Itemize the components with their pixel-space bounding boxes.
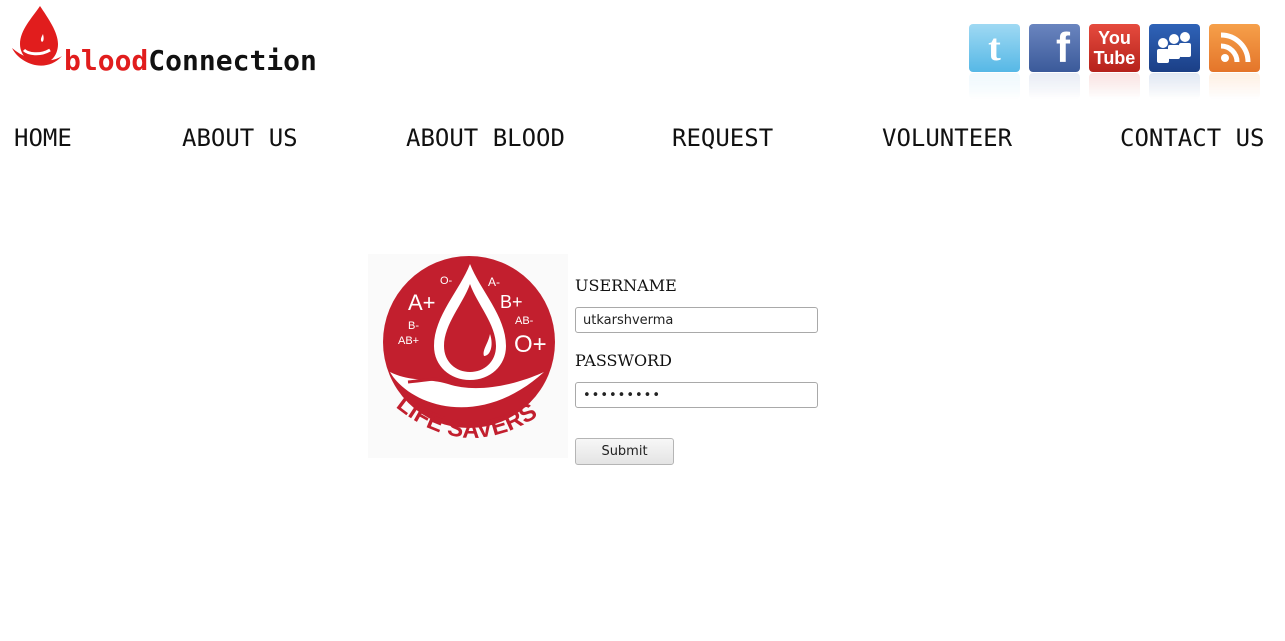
nav-about-us[interactable]: ABOUT US — [182, 124, 298, 152]
blood-type-label: O- — [440, 275, 453, 287]
nav-request[interactable]: REQUEST — [672, 124, 773, 152]
logo-text-blood: blood — [64, 44, 149, 77]
page: bloodConnection t f You Tube HOME ABOUT … — [0, 0, 1285, 641]
twitter-glyph: t — [969, 24, 1020, 72]
blood-type-label: B+ — [500, 292, 523, 312]
myspace-people-icon — [1156, 32, 1191, 63]
youtube-glyph-bottom: Tube — [1093, 48, 1136, 68]
rss-reflection — [1209, 73, 1260, 99]
nav-about-blood[interactable]: ABOUT BLOOD — [406, 124, 565, 152]
nav-home[interactable]: HOME — [14, 124, 72, 152]
rss-feed-glyph-icon — [1220, 32, 1250, 63]
facebook-glyph: f — [1029, 24, 1080, 72]
blood-type-label: O+ — [514, 331, 547, 358]
logo-wordmark: bloodConnection — [64, 44, 317, 77]
blood-type-label: A- — [488, 275, 500, 289]
nav-contact-us[interactable]: CONTACT US — [1120, 124, 1265, 152]
logo-text-connection: Connection — [148, 44, 317, 77]
youtube-reflection — [1089, 73, 1140, 99]
blood-type-label: AB+ — [398, 335, 419, 347]
nav-volunteer[interactable]: VOLUNTEER — [882, 124, 1012, 152]
password-label: PASSWORD — [575, 351, 672, 370]
main-nav: HOME ABOUT US ABOUT BLOOD REQUEST VOLUNT… — [0, 124, 1285, 156]
myspace-icon[interactable] — [1149, 24, 1200, 99]
blood-type-label: AB- — [515, 315, 534, 327]
blood-type-label: B- — [408, 320, 419, 332]
myspace-face — [1149, 24, 1200, 72]
password-input[interactable] — [575, 382, 818, 408]
social-links: t f You Tube — [969, 24, 1269, 104]
blood-type-label: A+ — [408, 290, 436, 315]
twitter-reflection — [969, 73, 1020, 99]
facebook-icon[interactable]: f — [1029, 24, 1080, 99]
twitter-icon[interactable]: t — [969, 24, 1020, 99]
youtube-icon[interactable]: You Tube — [1089, 24, 1140, 99]
submit-button[interactable]: Submit — [575, 438, 674, 465]
username-input[interactable] — [575, 307, 818, 333]
rss-icon[interactable] — [1209, 24, 1260, 99]
facebook-reflection — [1029, 73, 1080, 99]
myspace-reflection — [1149, 73, 1200, 99]
site-logo[interactable]: bloodConnection — [10, 4, 370, 84]
rss-face — [1209, 24, 1260, 72]
blood-drop-logo-icon — [12, 6, 62, 66]
youtube-face: You Tube — [1089, 24, 1140, 72]
youtube-glyph-top: You — [1098, 28, 1131, 48]
life-savers-emblem: O- A+ A- B+ B- AB- AB+ O+ LIFE SAVERS — [368, 254, 568, 458]
username-label: USERNAME — [575, 276, 677, 295]
